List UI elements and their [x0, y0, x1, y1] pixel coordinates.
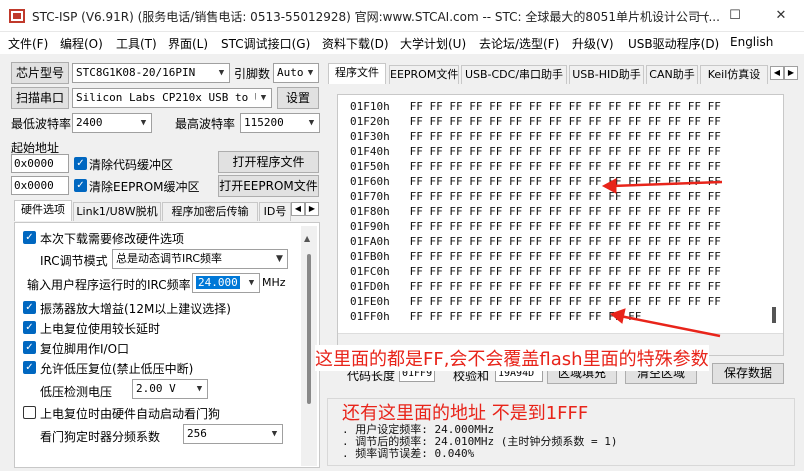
annotation-note-1: 这里面的都是FF,会不会覆盖flash里面的特殊参数 — [315, 345, 709, 371]
arrow-2 — [609, 308, 721, 338]
annotation-note-2: 还有这里面的地址 不是到1FFF — [342, 403, 589, 424]
arrow-1 — [601, 178, 723, 194]
